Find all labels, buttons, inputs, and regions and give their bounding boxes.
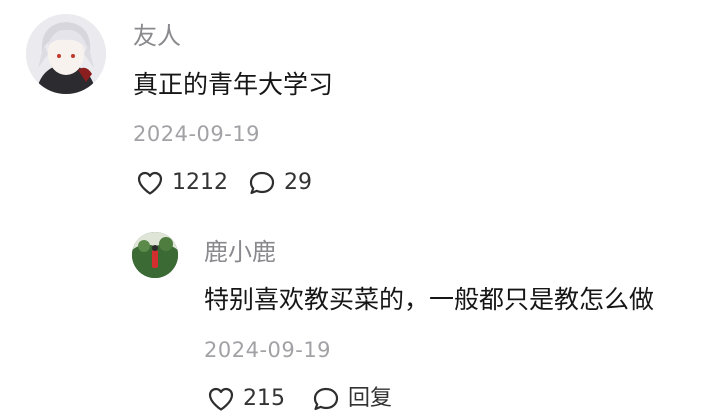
reply-count-button[interactable]: 29 xyxy=(248,170,312,196)
speech-bubble-icon xyxy=(312,386,340,412)
avatar[interactable] xyxy=(132,232,178,278)
avatar-image xyxy=(132,232,178,278)
reply-label: 回复 xyxy=(348,386,393,411)
heart-outline-icon xyxy=(207,386,235,412)
avatar[interactable] xyxy=(26,14,106,94)
speech-bubble-icon xyxy=(248,170,276,196)
reply-text[interactable]: 特别喜欢教买菜的，一般都只是教怎么做 xyxy=(204,287,654,312)
heart-outline-icon xyxy=(136,170,164,196)
reply-count: 29 xyxy=(284,170,312,195)
reply-item: 鹿小鹿 特别喜欢教买菜的，一般都只是教怎么做 2024-09-19 215 回复 xyxy=(0,210,728,418)
reply-date: 2024-09-19 xyxy=(204,338,332,362)
author-name[interactable]: 鹿小鹿 xyxy=(204,240,276,264)
avatar-image xyxy=(26,14,106,94)
reply-button[interactable]: 回复 xyxy=(312,386,392,412)
comment-text[interactable]: 真正的青年大学习 xyxy=(133,72,333,97)
like-count: 215 xyxy=(243,386,285,411)
like-button[interactable]: 215 xyxy=(207,386,285,412)
like-button[interactable]: 1212 xyxy=(136,170,228,196)
comment-date: 2024-09-19 xyxy=(133,122,261,146)
like-count: 1212 xyxy=(172,170,228,195)
comment-item: 友人 真正的青年大学习 2024-09-19 1212 29 xyxy=(0,0,728,210)
author-name[interactable]: 友人 xyxy=(133,24,181,48)
